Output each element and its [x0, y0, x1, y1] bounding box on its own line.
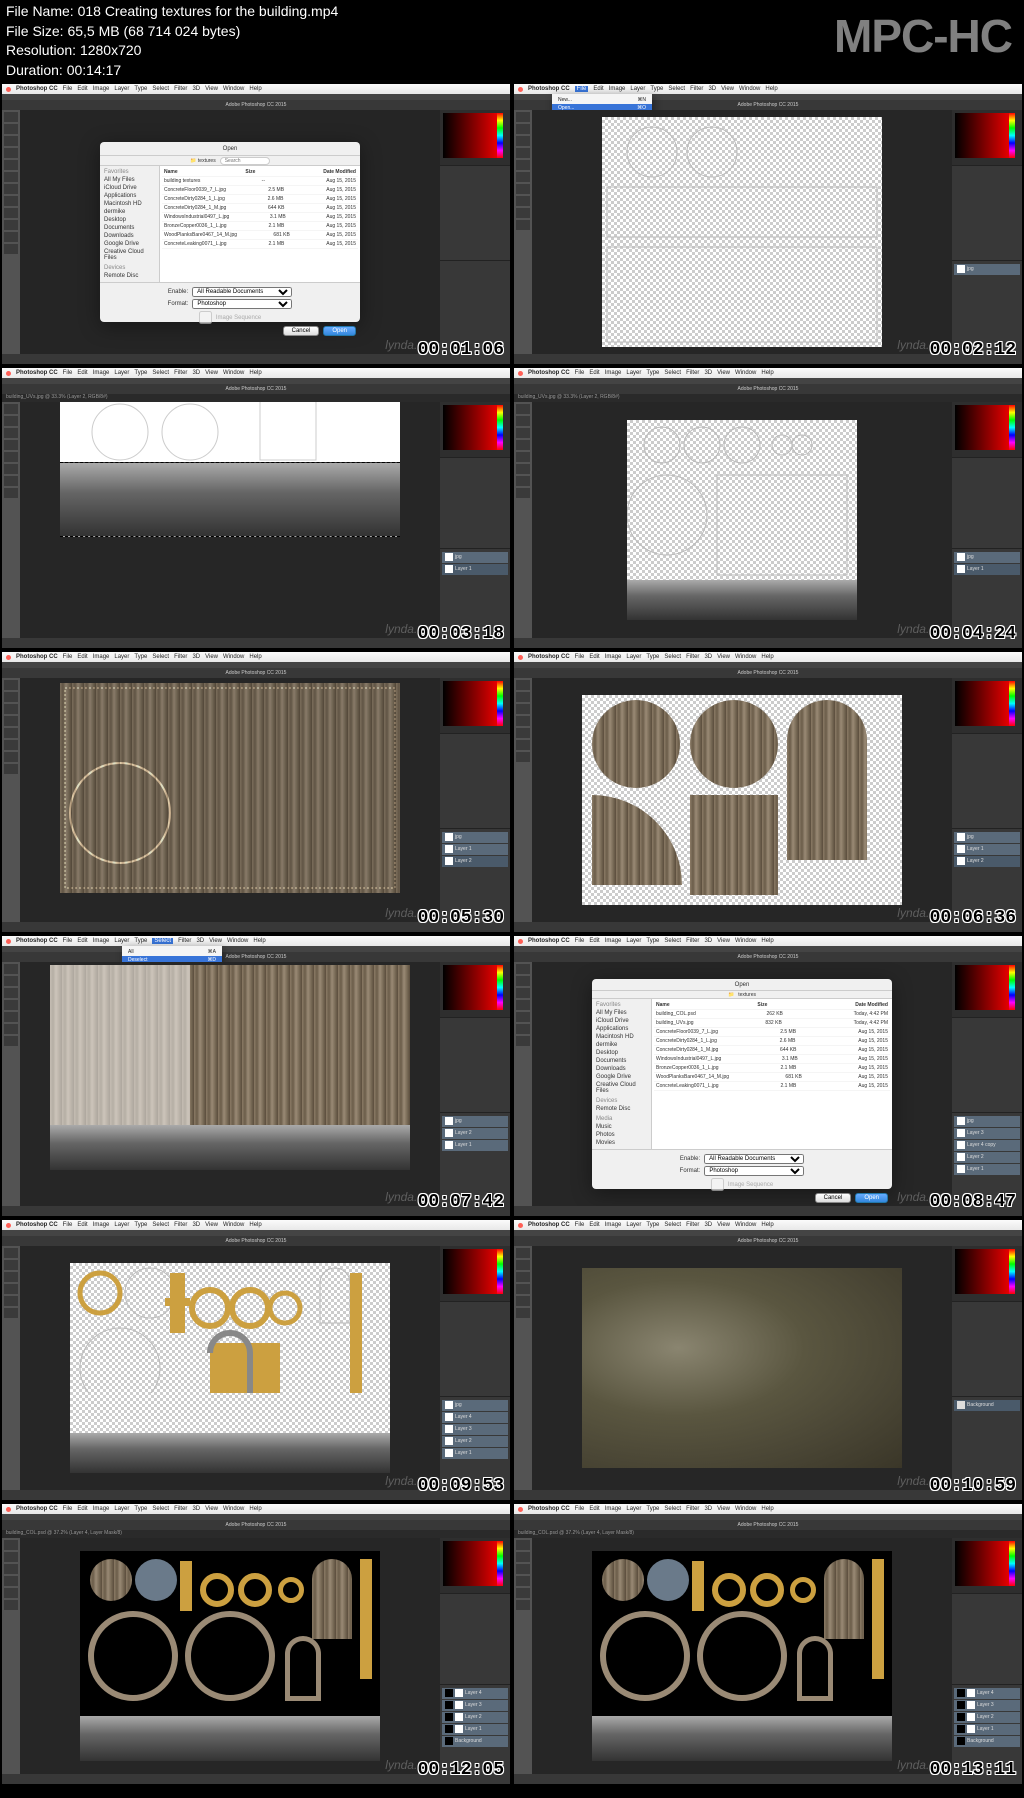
dialog-title: Open — [100, 142, 360, 156]
file-info-bar: File Name: 018 Creating textures for the… — [0, 0, 1024, 82]
thumb-7: Photoshop CCFileEditImageLayerType Selec… — [2, 936, 510, 1216]
search-input[interactable] — [220, 157, 270, 165]
filesize: 65,5 MB (68 714 024 bytes) — [67, 23, 240, 39]
player-watermark: MPC-HC — [834, 4, 1012, 68]
mac-menubar: Photoshop CC FileEditImage LayerTypeSele… — [2, 84, 510, 94]
thumb-11: Photoshop CCFileEditImageLayerTypeSelect… — [2, 1504, 510, 1784]
filename: 018 Creating textures for the building.m… — [78, 3, 339, 19]
thumb-2: Photoshop CC File EditImageLayer TypeSel… — [514, 84, 1022, 364]
open-dialog: Open 📁 textures Favorites All My FilesiC… — [100, 142, 360, 322]
thumb-8: Photoshop CCFileEditImageLayerTypeSelect… — [514, 936, 1022, 1216]
duration: 00:14:17 — [67, 62, 122, 78]
thumb-5: Photoshop CCFileEditImageLayerTypeSelect… — [2, 652, 510, 932]
dialog-sidebar[interactable]: Favorites All My FilesiCloud Drive Appli… — [100, 166, 160, 282]
format-select[interactable]: Photoshop — [192, 299, 292, 309]
thumb-6: Photoshop CCFileEditImageLayerTypeSelect… — [514, 652, 1022, 932]
thumb-9: Photoshop CCFileEditImageLayerTypeSelect… — [2, 1220, 510, 1500]
file-list[interactable]: NameSizeDate Modifiedbuilding textures--… — [160, 166, 360, 282]
thumb-12: Photoshop CCFileEditImageLayerTypeSelect… — [514, 1504, 1022, 1784]
cancel-button[interactable]: Cancel — [283, 326, 320, 336]
resolution: 1280x720 — [80, 42, 142, 58]
open-button[interactable]: Open — [323, 326, 356, 336]
thumb-10: Photoshop CCFileEditImageLayerTypeSelect… — [514, 1220, 1022, 1500]
tool-palette[interactable] — [2, 110, 20, 354]
thumb-4: Photoshop CCFileEditImageLayerTypeSelect… — [514, 368, 1022, 648]
right-panels[interactable] — [440, 110, 510, 354]
thumbnail-grid: Photoshop CC FileEditImage LayerTypeSele… — [0, 82, 1024, 1786]
thumb-3: Photoshop CCFileEditImageLayerTypeSelect… — [2, 368, 510, 648]
app-title: Adobe Photoshop CC 2015 — [2, 100, 510, 110]
enable-select[interactable]: All Readable Documents — [192, 287, 292, 297]
thumb-1: Photoshop CC FileEditImage LayerTypeSele… — [2, 84, 510, 364]
timestamp: 00:01:06 — [418, 340, 504, 360]
